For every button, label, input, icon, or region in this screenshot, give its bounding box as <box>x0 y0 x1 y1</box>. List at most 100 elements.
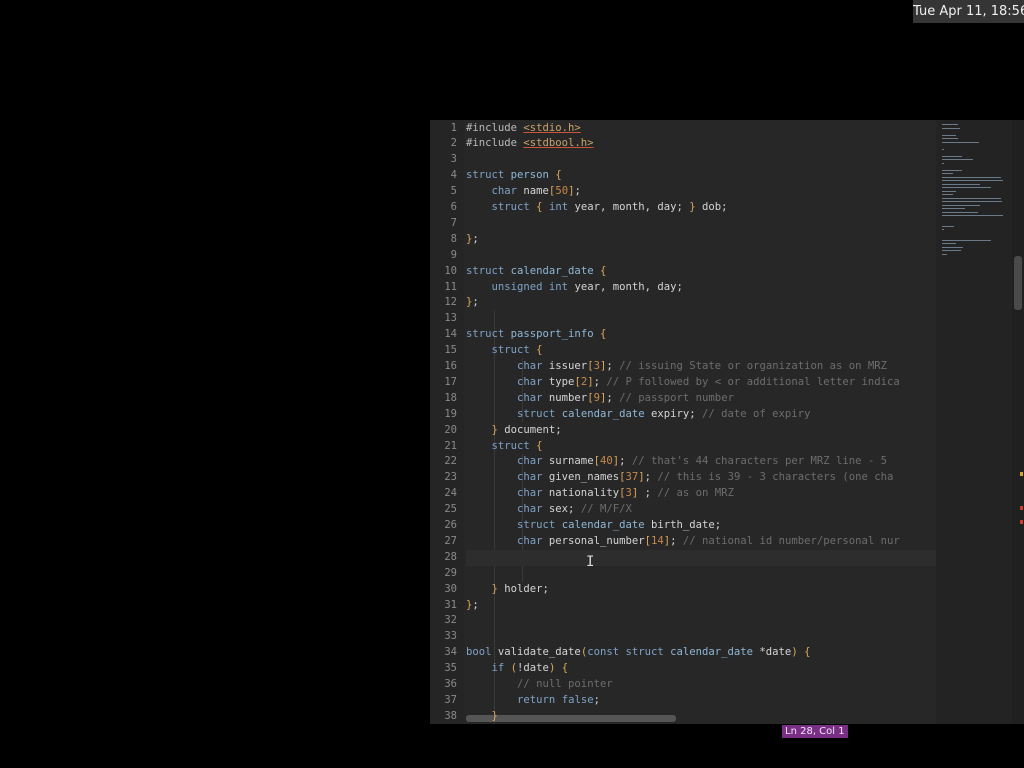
code-area[interactable]: #include <stdio.h> #include <stdbool.h> st… <box>466 120 936 724</box>
code-token: char <box>517 534 549 547</box>
minimap-line <box>942 190 956 192</box>
code-line[interactable]: char sex; // M/F/X <box>466 502 936 518</box>
clock[interactable]: Tue Apr 11, 18:56 <box>913 0 1024 23</box>
code-token: struct <box>517 407 562 420</box>
line-number: 36 <box>444 678 457 690</box>
code-token: person <box>510 169 556 182</box>
code-token: dob; <box>702 201 728 213</box>
code-line[interactable]: #include <stdbool.h> <box>466 136 936 152</box>
vertical-scrollbar-thumb[interactable] <box>1014 256 1022 310</box>
code-line[interactable]: struct { int year, month, day; } dob; <box>466 200 936 216</box>
code-token: sex; <box>548 503 581 516</box>
line-number: 4 <box>450 169 457 182</box>
minimap-line <box>942 187 991 189</box>
code-token: { <box>555 169 562 182</box>
minimap-line <box>942 124 959 126</box>
code-line[interactable]: char nationality[3] ; // as on MRZ <box>466 486 936 502</box>
code-line[interactable]: char given_names[37]; // this is 39 - 3 … <box>466 470 936 486</box>
minimap-line <box>942 138 959 140</box>
code-token: ; <box>574 185 581 198</box>
minimap[interactable] <box>936 120 1012 724</box>
code-line[interactable]: struct passport_info { <box>466 327 936 343</box>
code-line[interactable]: char personal_number[14]; // national id… <box>466 534 936 550</box>
line-number: 26 <box>444 519 457 531</box>
code-token: ; <box>644 471 658 484</box>
code-token: ; <box>593 375 607 388</box>
code-line[interactable] <box>466 152 936 168</box>
error-marker <box>1020 520 1023 524</box>
code-token: ; <box>593 693 600 706</box>
code-token: ) { <box>548 662 569 675</box>
code-token: 50 <box>555 185 569 198</box>
line-number: 24 <box>444 487 457 500</box>
line-number: 10 <box>444 264 457 277</box>
minimap-line <box>942 127 960 129</box>
code-token: if <box>491 662 511 675</box>
code-line[interactable]: char number[9]; // passport number <box>466 391 936 407</box>
code-line[interactable]: struct calendar_date expiry; // date of … <box>466 407 936 423</box>
code-line[interactable]: struct { <box>466 343 936 359</box>
minimap-line <box>942 208 966 210</box>
code-token: char <box>491 185 524 198</box>
vertical-scrollbar[interactable] <box>1012 120 1024 724</box>
code-line[interactable]: }; <box>466 598 936 614</box>
code-token: } <box>689 201 703 213</box>
code-line[interactable]: unsigned int year, month, day; <box>466 280 936 296</box>
code-token: ) { <box>791 646 811 659</box>
code-line[interactable] <box>466 566 936 582</box>
code-token: { <box>536 344 543 357</box>
code-token: struct <box>466 169 511 182</box>
code-line[interactable]: #include <stdio.h> <box>466 121 936 137</box>
code-token: int <box>548 201 575 213</box>
code-token: document; <box>504 423 562 436</box>
code-editor[interactable]: 1 2 3 4 5 6 7 8 9 10 11 12 13 14 15 16 17 18 19 20 21 22 23 24 2… <box>430 120 1024 724</box>
code-token: } <box>491 709 498 722</box>
code-line[interactable]: } <box>466 709 936 724</box>
code-line[interactable]: char name[50]; <box>466 184 936 200</box>
code-line[interactable]: char type[2]; // P followed by < or addi… <box>466 375 936 391</box>
code-line[interactable]: bool validate_date(const struct calendar… <box>466 645 936 661</box>
code-line[interactable]: return false; <box>466 693 936 709</box>
cursor-position-indicator[interactable]: Ln 28, Col 1 <box>782 725 848 738</box>
code-token: *date <box>759 646 792 659</box>
code-token: // null pointer <box>517 678 613 690</box>
minimap-line <box>942 211 978 213</box>
code-token: { <box>599 328 607 341</box>
code-line[interactable]: // null pointer <box>466 677 936 693</box>
code-token: number <box>548 391 588 404</box>
line-number: 16 <box>444 360 457 372</box>
code-line[interactable]: struct person { <box>466 168 936 184</box>
code-line[interactable] <box>466 248 936 264</box>
code-line[interactable]: struct calendar_date birth_date; <box>466 518 936 534</box>
minimap-line <box>942 253 947 255</box>
code-token: // passport number <box>619 391 734 404</box>
code-line[interactable] <box>466 629 936 645</box>
code-line[interactable]: char issuer[3]; // issuing State or orga… <box>466 359 936 375</box>
code-line[interactable] <box>466 216 936 232</box>
code-line[interactable]: }; <box>466 295 936 311</box>
code-token: given_names <box>548 471 620 484</box>
code-line[interactable]: if (!date) { <box>466 661 936 677</box>
code-token: ; <box>606 391 620 404</box>
code-line[interactable] <box>466 311 936 327</box>
code-line[interactable]: struct { <box>466 439 936 455</box>
code-line[interactable] <box>466 613 936 629</box>
code-token: unsigned int <box>491 280 575 293</box>
code-line[interactable]: char surname[40]; // that's 44 character… <box>466 454 936 470</box>
code-line[interactable]: }; <box>466 232 936 248</box>
code-line[interactable]: struct calendar_date { <box>466 264 936 280</box>
code-token: calendar_date <box>561 407 651 420</box>
code-token: expiry; <box>650 407 703 420</box>
code-token: calendar_date <box>670 646 760 659</box>
code-line[interactable] <box>466 549 936 566</box>
code-token: bool <box>466 646 498 659</box>
code-line[interactable]: } document; <box>466 423 936 439</box>
code-line[interactable]: } holder; <box>466 582 936 598</box>
